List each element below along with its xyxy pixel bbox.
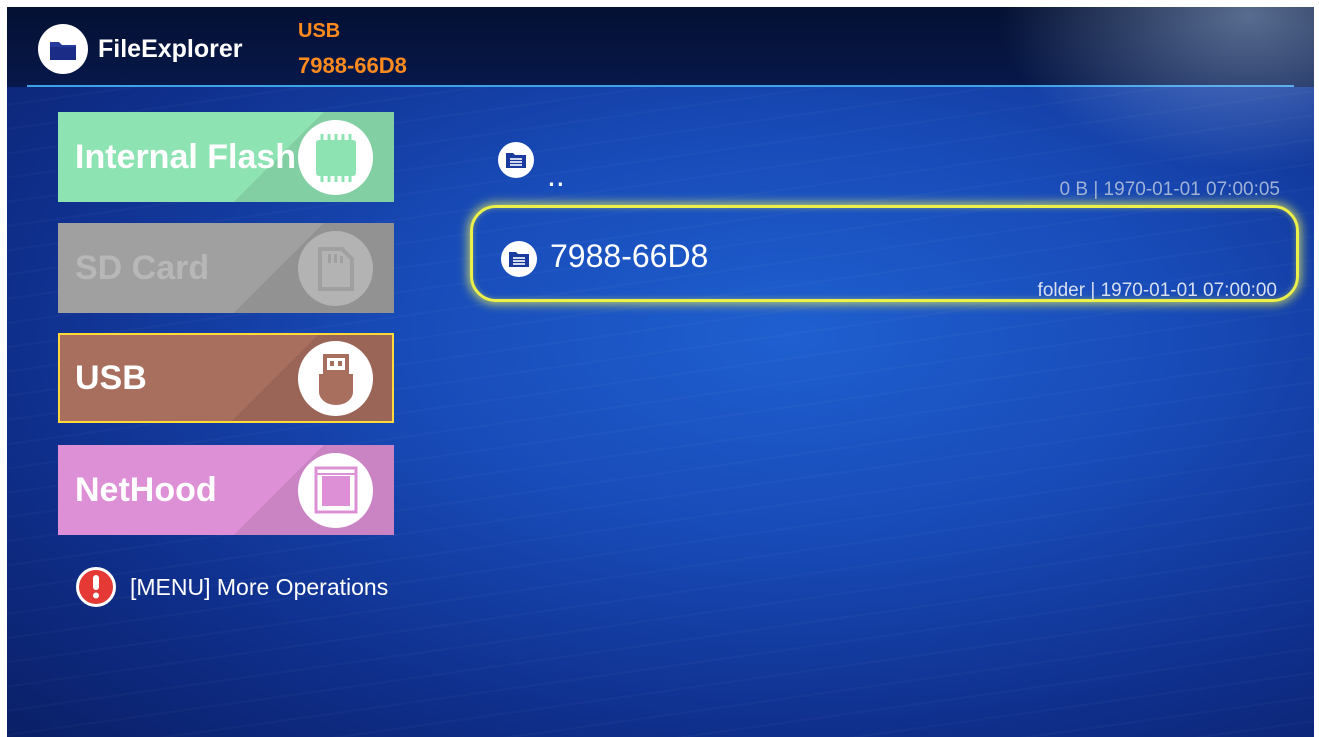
file-row-parent-directory[interactable]: .. 0 B | 1970-01-01 07:00:05 [470,119,1299,216]
file-row-folder-7988-66d8[interactable]: 7988-66D8 folder | 1970-01-01 07:00:00 [470,205,1299,302]
folder-icon [38,24,88,74]
sidebar-item-sd-card[interactable]: SD Card [58,223,394,313]
file-name: .. [547,157,565,193]
usb-drive-icon [298,341,373,416]
sidebar-item-usb[interactable]: USB [58,333,394,423]
header-divider [27,85,1294,87]
file-meta: folder | 1970-01-01 07:00:00 [1037,280,1277,301]
sidebar-item-label: NetHood [75,471,217,509]
network-folder-icon [298,453,373,528]
chip-icon [298,120,373,195]
sidebar-item-internal-flash[interactable]: Internal Flash [58,112,394,202]
file-explorer-screen: FileExplorer USB 7988-66D8 Internal Flas… [7,7,1314,737]
sidebar-item-nethood[interactable]: NetHood [58,445,394,535]
file-meta: 0 B | 1970-01-01 07:00:05 [1059,179,1280,200]
app-title: FileExplorer [98,35,243,63]
menu-hint: [MENU] More Operations [76,567,388,607]
folder-icon [498,142,534,178]
file-name: 7988-66D8 [550,238,709,274]
sidebar-item-label: Internal Flash [75,138,297,176]
sd-card-icon [298,231,373,306]
sidebar-item-label: SD Card [75,249,210,287]
current-device-label: USB [298,20,341,42]
sidebar-item-label: USB [75,359,147,397]
current-volume-label: 7988-66D8 [298,53,407,78]
exclamation-icon [76,567,116,607]
menu-hint-text: [MENU] More Operations [130,573,389,600]
header-bar: FileExplorer USB 7988-66D8 [7,7,1314,87]
folder-icon [501,241,537,277]
